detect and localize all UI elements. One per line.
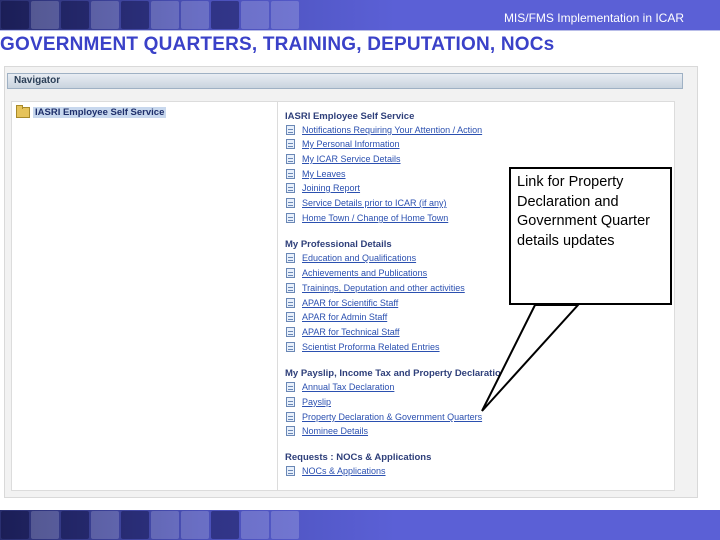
banner-tile bbox=[61, 511, 89, 539]
list-item[interactable]: My ICAR Service Details bbox=[286, 154, 401, 164]
section-title: IASRI Employee Self Service bbox=[285, 111, 415, 122]
function-link[interactable]: My Leaves bbox=[302, 169, 346, 179]
document-icon bbox=[286, 283, 295, 293]
document-icon bbox=[286, 382, 295, 392]
document-icon bbox=[286, 312, 295, 322]
navigator-header: Navigator bbox=[7, 73, 683, 89]
list-item[interactable]: Home Town / Change of Home Town bbox=[286, 213, 448, 223]
banner-tile bbox=[121, 1, 149, 29]
document-icon bbox=[286, 268, 295, 278]
banner-tile bbox=[61, 1, 89, 29]
navigator-tree: IASRI Employee Self Service bbox=[11, 101, 279, 491]
banner-tile bbox=[211, 511, 239, 539]
list-item[interactable]: APAR for Technical Staff bbox=[286, 327, 400, 337]
list-item[interactable]: APAR for Scientific Staff bbox=[286, 298, 398, 308]
document-icon bbox=[286, 412, 295, 422]
slide-title: GOVERNMENT QUARTERS, TRAINING, DEPUTATIO… bbox=[0, 34, 555, 55]
function-link[interactable]: Property Declaration & Government Quarte… bbox=[302, 412, 482, 422]
list-item[interactable]: Achievements and Publications bbox=[286, 268, 427, 278]
navigator-header-label: Navigator bbox=[14, 75, 61, 86]
section-title: My Payslip, Income Tax and Property Decl… bbox=[285, 368, 507, 379]
document-icon bbox=[286, 426, 295, 436]
function-link[interactable]: Education and Qualifications bbox=[302, 253, 416, 263]
function-link[interactable]: Payslip bbox=[302, 397, 331, 407]
list-item[interactable]: Nominee Details bbox=[286, 426, 368, 436]
list-item[interactable]: Education and Qualifications bbox=[286, 253, 416, 263]
banner-tile bbox=[181, 1, 209, 29]
banner-tile bbox=[121, 511, 149, 539]
banner-tile bbox=[241, 511, 269, 539]
function-link[interactable]: Service Details prior to ICAR (if any) bbox=[302, 198, 447, 208]
list-item[interactable]: My Leaves bbox=[286, 169, 346, 179]
list-item[interactable]: Property Declaration & Government Quarte… bbox=[286, 412, 482, 422]
banner-tile bbox=[31, 511, 59, 539]
list-item[interactable]: Annual Tax Declaration bbox=[286, 382, 394, 392]
bottom-banner bbox=[0, 510, 720, 540]
function-link[interactable]: Home Town / Change of Home Town bbox=[302, 213, 448, 223]
document-icon bbox=[286, 298, 295, 308]
document-icon bbox=[286, 139, 295, 149]
banner-tiles bbox=[0, 0, 300, 30]
function-link[interactable]: Achievements and Publications bbox=[302, 268, 427, 278]
list-item[interactable]: NOCs & Applications bbox=[286, 466, 386, 476]
list-item[interactable]: My Personal Information bbox=[286, 139, 400, 149]
banner-tiles bbox=[0, 510, 300, 540]
document-icon bbox=[286, 183, 295, 193]
tree-item-employee-self-service[interactable]: IASRI Employee Self Service bbox=[16, 105, 167, 118]
function-link[interactable]: Trainings, Deputation and other activiti… bbox=[302, 283, 465, 293]
function-link[interactable]: Annual Tax Declaration bbox=[302, 382, 394, 392]
banner-tile bbox=[91, 1, 119, 29]
function-link[interactable]: My Personal Information bbox=[302, 139, 400, 149]
banner-tile bbox=[241, 1, 269, 29]
document-icon bbox=[286, 154, 295, 164]
document-icon bbox=[286, 397, 295, 407]
function-link[interactable]: APAR for Technical Staff bbox=[302, 327, 400, 337]
banner-title: MIS/FMS Implementation in ICAR bbox=[503, 11, 684, 25]
banner-tile bbox=[271, 1, 299, 29]
top-banner: MIS/FMS Implementation in ICAR bbox=[0, 0, 720, 30]
folder-icon bbox=[16, 105, 30, 118]
list-item[interactable]: Joining Report bbox=[286, 183, 360, 193]
list-item[interactable]: APAR for Admin Staff bbox=[286, 312, 387, 322]
banner-tile bbox=[1, 511, 29, 539]
section-title: Requests : NOCs & Applications bbox=[285, 452, 432, 463]
document-icon bbox=[286, 169, 295, 179]
document-icon bbox=[286, 342, 295, 352]
document-icon bbox=[286, 213, 295, 223]
banner-tile bbox=[271, 511, 299, 539]
function-link[interactable]: Joining Report bbox=[302, 183, 360, 193]
banner-tile bbox=[181, 511, 209, 539]
banner-tile bbox=[1, 1, 29, 29]
document-icon bbox=[286, 253, 295, 263]
function-link[interactable]: APAR for Scientific Staff bbox=[302, 298, 398, 308]
banner-tile bbox=[151, 1, 179, 29]
document-icon bbox=[286, 198, 295, 208]
annotation-callout: Link for Property Declaration and Govern… bbox=[509, 167, 672, 305]
document-icon bbox=[286, 466, 295, 476]
list-item[interactable]: Trainings, Deputation and other activiti… bbox=[286, 283, 465, 293]
list-item[interactable]: Scientist Proforma Related Entries bbox=[286, 342, 440, 352]
function-link[interactable]: NOCs & Applications bbox=[302, 466, 386, 476]
function-link[interactable]: Scientist Proforma Related Entries bbox=[302, 342, 440, 352]
function-link[interactable]: APAR for Admin Staff bbox=[302, 312, 387, 322]
banner-tile bbox=[151, 511, 179, 539]
function-link[interactable]: My ICAR Service Details bbox=[302, 154, 401, 164]
function-link[interactable]: Nominee Details bbox=[302, 426, 368, 436]
list-item[interactable]: Service Details prior to ICAR (if any) bbox=[286, 198, 447, 208]
tree-item-label: IASRI Employee Self Service bbox=[33, 107, 167, 118]
banner-divider bbox=[0, 30, 720, 31]
function-link[interactable]: Notifications Requiring Your Attention /… bbox=[302, 125, 482, 135]
document-icon bbox=[286, 125, 295, 135]
banner-tile bbox=[31, 1, 59, 29]
section-title: My Professional Details bbox=[285, 239, 392, 250]
banner-tile bbox=[91, 511, 119, 539]
list-item[interactable]: Payslip bbox=[286, 397, 331, 407]
banner-tile bbox=[211, 1, 239, 29]
list-item[interactable]: Notifications Requiring Your Attention /… bbox=[286, 125, 482, 135]
document-icon bbox=[286, 327, 295, 337]
